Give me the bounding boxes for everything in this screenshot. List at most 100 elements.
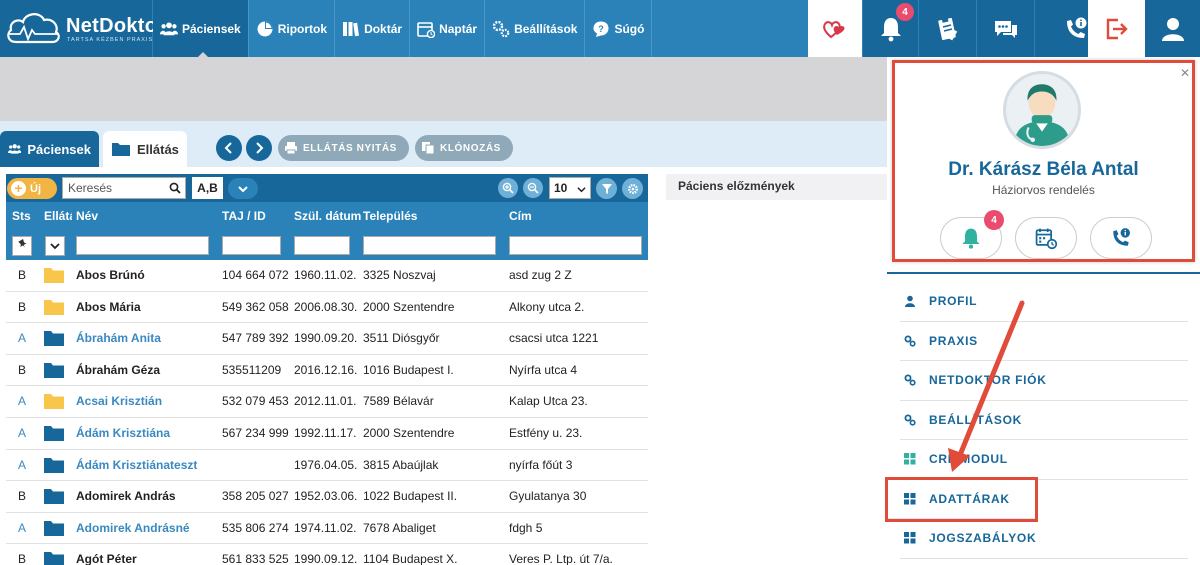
patient-name-cell[interactable]: Ádám Krisztiánateszt — [76, 458, 221, 472]
taj-filter-input[interactable] — [222, 236, 281, 255]
logout-button[interactable] — [1088, 0, 1145, 57]
folder-icon[interactable] — [44, 488, 64, 507]
folder-icon[interactable] — [44, 425, 64, 444]
brand-logo[interactable]: NetDoktor TARTSA KÉZBEN PRAXISÁT! — [0, 0, 165, 57]
filter-button[interactable] — [596, 178, 617, 199]
patient-name-cell[interactable]: Abos Brúnó — [76, 268, 221, 282]
patient-name-cell[interactable]: Ádám Krisztiána — [76, 426, 221, 440]
town-cell: 3511 Diósgyőr — [363, 331, 440, 346]
prev-button[interactable] — [216, 135, 242, 161]
clone-button[interactable]: KLÓNOZÁS — [415, 135, 513, 161]
folder-icon — [44, 394, 64, 410]
care-filter-dropdown[interactable] — [45, 236, 65, 256]
alphabet-filter[interactable]: A,B — [192, 177, 223, 199]
folder-icon[interactable] — [44, 362, 64, 381]
zoom-out-button[interactable] — [523, 178, 543, 198]
folder-icon — [44, 331, 64, 347]
folder-icon[interactable] — [44, 299, 64, 318]
menu-item-profile[interactable]: PROFIL — [900, 282, 1188, 322]
patient-name-cell[interactable]: Adomirek Andrásné — [76, 521, 221, 535]
table-row[interactable]: A Ádám Krisztiána 567 234 999 1992.11.17. 20… — [6, 418, 648, 450]
gear-icon — [627, 183, 638, 194]
nav-item-reports[interactable]: Riportok — [249, 0, 336, 57]
name-filter-input[interactable] — [76, 236, 209, 255]
column-header-dob[interactable]: Szül. dátum — [294, 209, 361, 223]
folder-icon[interactable] — [44, 520, 64, 539]
menu-item-data-stores[interactable]: ADATTÁRAK — [885, 476, 1038, 522]
column-header-taj[interactable]: TAJ / ID — [222, 209, 266, 223]
column-header-status[interactable]: Sts — [12, 209, 38, 223]
table-settings-button[interactable] — [622, 178, 643, 199]
phone-info-icon — [1066, 17, 1086, 38]
folder-icon[interactable] — [44, 551, 64, 565]
open-care-button[interactable]: ELLÁTÁS NYITÁS — [278, 135, 409, 161]
folder-icon[interactable] — [44, 267, 64, 286]
patient-name-cell[interactable]: Acsai Krisztián — [76, 394, 221, 408]
column-header-town[interactable]: Település — [363, 209, 417, 223]
dob-cell: 1990.09.12. — [294, 552, 358, 565]
menu-item-crp-module[interactable]: CRP MODUL — [900, 440, 1188, 480]
search-options-button[interactable] — [228, 178, 258, 199]
folder-icon[interactable] — [44, 393, 64, 412]
new-patient-button[interactable]: + Új — [7, 178, 57, 199]
logout-icon — [1106, 18, 1128, 39]
table-row[interactable]: B Adomirek András 358 205 027 1952.03.06. 10… — [6, 481, 648, 513]
nav-item-patients[interactable]: Páciensek — [153, 0, 249, 58]
user-menu-button[interactable] — [1146, 0, 1200, 57]
nav-item-docs[interactable]: Doktár — [335, 0, 411, 57]
status-filter-button[interactable] — [12, 236, 32, 256]
nav-item-settings[interactable]: Beállítások — [485, 0, 586, 57]
menu-item-label: ADATTÁRAK — [929, 491, 1010, 506]
menu-item-netdoktor-account[interactable]: NETDOKTOR FIÓK — [900, 361, 1188, 401]
address-cell: Gyulatanya 30 — [509, 489, 587, 504]
column-header-name[interactable]: Név — [76, 209, 98, 223]
tab-patients[interactable]: Páciensek — [0, 131, 99, 167]
tasks-button[interactable] — [919, 0, 976, 57]
status-cell: B — [18, 299, 27, 314]
patient-name-cell[interactable]: Adomirek András — [76, 489, 221, 503]
folder-icon[interactable] — [44, 457, 64, 476]
nav-item-help[interactable]: ? Súgó — [585, 0, 653, 57]
menu-item-legislation[interactable]: JOGSZABÁLYOK — [900, 519, 1188, 559]
tab-care[interactable]: Ellátás — [103, 131, 187, 167]
pie-chart-icon — [257, 21, 273, 36]
next-button[interactable] — [246, 135, 272, 161]
profile-notifications-button[interactable]: 4 — [940, 210, 1004, 259]
profile-phone-button[interactable] — [1090, 217, 1152, 259]
search-input[interactable]: Keresés — [62, 177, 186, 199]
town-filter-input[interactable] — [363, 236, 496, 255]
table-row[interactable]: B Abos Mária 549 362 058 2006.08.30. 2000 Sz… — [6, 292, 648, 324]
table-row[interactable]: B Abos Brúnó 104 664 072 1960.11.02. 3325 No… — [6, 260, 648, 292]
address-filter-input[interactable] — [509, 236, 642, 255]
menu-item-settings[interactable]: BEÁLLÍTÁSOK — [900, 401, 1188, 440]
folder-icon — [44, 425, 64, 441]
patient-name-cell[interactable]: Agót Péter — [76, 552, 221, 565]
patient-name-cell[interactable]: Ábrahám Anita — [76, 331, 221, 345]
taj-cell: 104 664 072 — [222, 268, 289, 282]
table-row[interactable]: B Ábrahám Géza 535511209 2016.12.16. 1016 Bu… — [6, 355, 648, 387]
table-row[interactable]: A Ábrahám Anita 547 789 392 1990.09.20. 3511… — [6, 323, 648, 355]
nav-item-calendar[interactable]: Naptár — [410, 0, 486, 57]
notifications-button[interactable]: 4 — [863, 0, 918, 57]
page-size-select[interactable]: 10 — [549, 177, 591, 199]
column-header-address[interactable]: Cím — [509, 209, 532, 223]
dob-filter-input[interactable] — [294, 236, 350, 255]
profile-calendar-button[interactable] — [1015, 217, 1077, 259]
taj-cell: 358 205 027 — [222, 489, 289, 504]
patient-table-body: B Abos Brúnó 104 664 072 1960.11.02. 3325 No… — [6, 260, 648, 565]
address-cell: Veres P. Ltp. út 7/a. — [509, 552, 613, 565]
folder-icon[interactable] — [44, 330, 64, 349]
messages-button[interactable] — [977, 0, 1034, 57]
health-alert-button[interactable] — [808, 0, 862, 57]
table-row[interactable]: A Acsai Krisztián 532 079 453 2012.11.01. 75… — [6, 386, 648, 418]
column-header-care[interactable]: Ellátás — [44, 209, 72, 223]
table-row[interactable]: A Ádám Krisztiánateszt 1976.04.05. 3815 Aba… — [6, 450, 648, 482]
table-row[interactable]: B Agót Péter 561 833 525 1990.09.12. 1104 Bu… — [6, 544, 648, 565]
brand-name: NetDoktor — [66, 15, 166, 37]
patient-name-cell[interactable]: Ábrahám Géza — [76, 363, 221, 377]
close-icon[interactable]: ✕ — [1180, 66, 1190, 80]
menu-item-practice[interactable]: PRAXIS — [900, 322, 1188, 361]
table-row[interactable]: A Adomirek Andrásné 535 806 274 1974.11.02.… — [6, 513, 648, 545]
patient-name-cell[interactable]: Abos Mária — [76, 300, 221, 314]
zoom-in-button[interactable] — [498, 178, 518, 198]
